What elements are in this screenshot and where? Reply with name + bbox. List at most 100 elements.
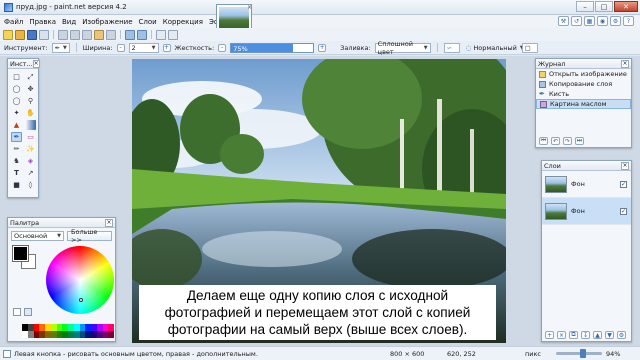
zoom-tool-icon[interactable]: ⚲ (25, 96, 36, 106)
menu-file[interactable]: Файл (4, 18, 23, 26)
colors-window-icon[interactable]: ◉ (597, 16, 608, 26)
palette-color-strip[interactable] (22, 324, 114, 338)
history-item[interactable]: ✒ Кисть (536, 89, 631, 99)
redo-icon[interactable] (137, 29, 147, 40)
move-layer-down-icon[interactable]: ▼ (605, 331, 614, 339)
paintbrush-tool-icon[interactable]: ✒ (11, 132, 22, 142)
pencil-tool-icon[interactable]: ✏ (11, 144, 22, 154)
history-panel-close-icon[interactable]: × (621, 59, 629, 68)
selection-mode-select[interactable]: ▢ (521, 42, 538, 53)
rectangle-select-tool-icon[interactable]: □ (11, 72, 22, 82)
blend-mode-select[interactable]: ◌ Нормальный▼ (464, 43, 524, 53)
decrease-hardness-icon[interactable]: - (218, 43, 227, 52)
add-layer-icon[interactable]: + (545, 331, 554, 339)
eraser-tool-icon[interactable]: ▭ (25, 132, 36, 142)
color-wheel-selector[interactable] (79, 298, 83, 302)
move-layer-up-icon[interactable]: ▲ (593, 331, 602, 339)
color-picker-tool-icon[interactable]: ✨ (25, 144, 36, 154)
paste-icon[interactable] (82, 29, 92, 40)
rewind-icon[interactable]: ⏮ (539, 137, 548, 145)
crop-icon[interactable] (94, 29, 104, 40)
fill-mode-select[interactable]: Сплошной цвет ▼ (374, 40, 431, 56)
move-selection-tool-icon[interactable]: ⤢ (25, 72, 36, 82)
reset-colors-icon[interactable] (24, 308, 32, 316)
layers-window-icon[interactable]: ▦ (584, 16, 595, 26)
move-selected-tool-icon[interactable]: ✥ (25, 84, 36, 94)
history-window-icon[interactable]: ↺ (571, 16, 582, 26)
tools-panel-close-icon[interactable]: × (32, 59, 40, 68)
ruler-icon[interactable] (168, 29, 178, 40)
undo-icon[interactable] (125, 29, 135, 40)
more-colors-button[interactable]: Больше >> (67, 228, 112, 244)
shapes-tool-icon[interactable]: ■ (11, 180, 22, 190)
delete-layer-icon[interactable]: × (557, 331, 566, 339)
history-item-selected[interactable]: Картина маслом (536, 99, 631, 109)
decrease-width-icon[interactable]: - (116, 43, 125, 52)
layer-visibility-checkbox[interactable]: ✓ (620, 180, 627, 188)
new-image-icon[interactable] (3, 29, 13, 40)
layer-row-selected[interactable]: Фон ✓ (542, 198, 631, 225)
ellipse-select-tool-icon[interactable]: ◯ (11, 96, 22, 106)
lasso-select-tool-icon[interactable]: ◯ (11, 84, 22, 94)
close-button[interactable]: ✕ (614, 1, 638, 12)
tools-window-icon[interactable]: ⚒ (558, 16, 569, 26)
undo-icon[interactable]: ↶ (551, 137, 560, 145)
layer-properties-icon[interactable]: ⚙ (617, 331, 626, 339)
text-tool-icon[interactable]: T (11, 168, 22, 178)
antialiasing-select[interactable]: ∽ (443, 42, 460, 53)
layer-thumbnail (545, 175, 567, 193)
menu-view[interactable]: Вид (62, 18, 76, 26)
gradient-tool-icon[interactable] (25, 120, 36, 130)
layer-row[interactable]: Фон ✓ (542, 171, 631, 198)
deselect-icon[interactable] (106, 29, 116, 40)
color-wheel[interactable] (46, 246, 114, 314)
image-size-readout: 800 × 600 (390, 349, 425, 358)
hardness-slider[interactable]: 75% (230, 42, 315, 53)
palette-panel-close-icon[interactable]: × (105, 218, 113, 227)
duplicate-layer-icon[interactable]: ⧉ (569, 331, 578, 339)
tool-selector[interactable]: ✒ ▼ (51, 42, 70, 53)
palette-color-cell[interactable] (108, 324, 114, 331)
menu-layers[interactable]: Слои (139, 18, 157, 26)
recolor-tool-icon[interactable]: ◈ (25, 156, 36, 166)
brush-width-input[interactable]: 2 ▼ (128, 42, 159, 53)
swap-colors-icon[interactable] (13, 308, 21, 316)
open-folder-icon[interactable] (15, 29, 25, 40)
menu-edit[interactable]: Правка (29, 18, 56, 26)
grid-icon[interactable] (156, 29, 166, 40)
paint-bucket-tool-icon[interactable]: ▲ (11, 120, 22, 130)
color-mode-select[interactable]: Основной ▼ (11, 231, 65, 241)
clone-stamp-tool-icon[interactable]: ♞ (11, 156, 22, 166)
selection-mode-icon: ▢ (524, 43, 531, 52)
units-select[interactable]: пикс (525, 350, 541, 358)
redo-icon[interactable]: ↷ (563, 137, 572, 145)
copy-icon[interactable] (70, 29, 80, 40)
layers-panel-close-icon[interactable]: × (621, 161, 629, 170)
zoom-level[interactable]: 94% (606, 350, 620, 358)
close-image-icon[interactable]: × (247, 4, 252, 11)
help-icon[interactable]: ? (623, 16, 634, 26)
minimize-button[interactable]: – (576, 1, 594, 12)
menu-adjustments[interactable]: Коррекция (163, 18, 203, 26)
fast-forward-icon[interactable]: ⏭ (575, 137, 584, 145)
cut-icon[interactable] (58, 29, 68, 40)
maximize-button[interactable]: □ (595, 1, 613, 12)
settings-gear-icon[interactable]: ⚙ (610, 16, 621, 26)
line-curve-tool-icon[interactable]: ↗ (25, 168, 36, 178)
zoom-slider-handle[interactable] (580, 349, 586, 358)
layer-visibility-checkbox[interactable]: ✓ (620, 207, 627, 215)
magic-wand-tool-icon[interactable]: ✦ (11, 108, 22, 118)
menu-image[interactable]: Изображение (82, 18, 132, 26)
merge-layer-down-icon[interactable]: ↧ (581, 331, 590, 339)
extra-tool-icon[interactable]: ◊ (25, 180, 36, 190)
palette-color-cell[interactable] (108, 331, 114, 338)
increase-width-icon[interactable]: + (162, 43, 171, 52)
pan-tool-icon[interactable]: ✋ (25, 108, 36, 118)
increase-hardness-icon[interactable]: + (318, 43, 327, 52)
primary-color-swatch[interactable] (12, 245, 29, 262)
zoom-slider[interactable] (556, 349, 602, 358)
history-item[interactable]: Копирование слоя (536, 79, 631, 89)
history-item[interactable]: Открыть изображение (536, 69, 631, 79)
save-icon[interactable] (27, 29, 37, 40)
print-icon[interactable] (39, 29, 49, 40)
